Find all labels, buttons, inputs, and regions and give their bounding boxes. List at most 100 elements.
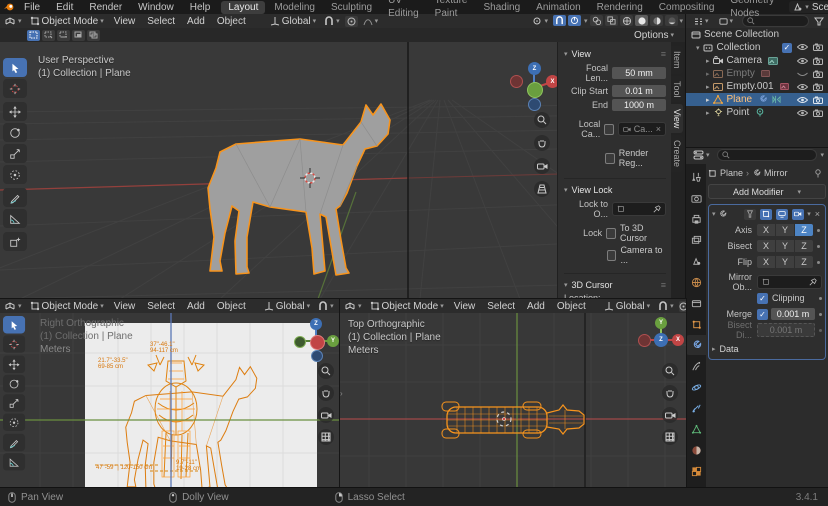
filter-funnel-icon[interactable] [814, 17, 824, 26]
light-data-icon[interactable] [754, 108, 765, 118]
image-data-icon[interactable] [760, 69, 771, 79]
workspace-tab-uv-editing[interactable]: UV Editing [381, 0, 426, 20]
mirror-object-field[interactable] [757, 275, 822, 289]
tab-particle-properties[interactable] [686, 356, 706, 376]
clip-end-field[interactable]: 1000 m [612, 99, 666, 111]
bisect-y-button[interactable]: Y [776, 240, 794, 252]
snap-target-selector[interactable]: ▾ [320, 16, 344, 26]
camera-background-image-icon[interactable] [767, 56, 778, 66]
clear-camera-icon[interactable]: × [656, 124, 661, 134]
properties-editor-type[interactable]: ▾ [689, 150, 714, 160]
outliner-display-mode[interactable]: ▾ [689, 17, 713, 26]
modifier-expand-caret[interactable]: ▾ [712, 210, 716, 218]
axis-y-button[interactable]: Y [776, 224, 794, 236]
add-modifier-button[interactable]: Add Modifier▾ [708, 184, 826, 199]
pan-view-button[interactable] [534, 135, 550, 151]
transform-tool[interactable] [3, 414, 25, 431]
gizmo-z-neg-axis[interactable] [311, 350, 323, 362]
deer-model-top-view[interactable] [442, 402, 584, 438]
tab-collection-properties[interactable] [686, 293, 706, 313]
add-menu[interactable]: Add [181, 301, 211, 312]
lock-to-object-field[interactable] [612, 202, 666, 216]
editor-type-button[interactable]: ▾ [0, 16, 26, 26]
annotate-tool[interactable] [3, 434, 25, 451]
object-menu[interactable]: Object [211, 301, 252, 312]
scale-tool[interactable] [3, 394, 25, 411]
cursor-tool[interactable] [3, 79, 27, 98]
clipping-checkbox[interactable]: ✓ [757, 293, 768, 304]
view-menu[interactable]: View [108, 301, 142, 312]
gizmo-x-neg-axis[interactable] [510, 75, 523, 88]
object-menu[interactable]: Object [551, 301, 592, 312]
workspace-tab-sculpting[interactable]: Sculpting [324, 1, 379, 14]
outliner-empty001-row[interactable]: ▸ Empty.001 [686, 80, 828, 93]
toolbar-collapsed-arrow[interactable]: › [340, 389, 343, 398]
menu-render[interactable]: Render [82, 2, 129, 13]
select-box-tool[interactable] [3, 316, 25, 333]
tab-texture-properties[interactable] [686, 461, 706, 481]
move-tool[interactable] [3, 102, 27, 121]
modifier-remove-icon[interactable]: × [813, 209, 822, 219]
tab-view[interactable]: View [671, 104, 683, 133]
gizmos-toggle-icon[interactable] [568, 15, 581, 26]
lock-3d-cursor-checkbox[interactable] [606, 228, 616, 239]
clip-start-field[interactable]: 0.01 m [612, 85, 666, 97]
transform-orientation-selector[interactable]: Global▾ [266, 16, 320, 27]
select-mode-extend-icon[interactable] [42, 30, 55, 41]
measure-tool[interactable] [3, 453, 25, 470]
image-data-icon[interactable] [779, 82, 790, 92]
xray-toggle-icon[interactable] [605, 15, 618, 26]
merge-threshold-field[interactable]: 0.001 m [771, 308, 815, 320]
main-3d-viewport[interactable]: ▾ Object Mode▾ View Select Add Object Gl… [0, 14, 686, 299]
bisect-x-button[interactable]: X [757, 240, 775, 252]
outliner-camera-row[interactable]: ▸ Camera [686, 54, 828, 67]
tab-output-properties[interactable] [686, 209, 706, 229]
tab-constraint-properties[interactable] [686, 398, 706, 418]
flip-z-button[interactable]: Z [795, 256, 813, 268]
deer-model-selected[interactable] [150, 60, 450, 290]
snap-toggle-icon[interactable] [553, 15, 566, 26]
disable-render-camera-icon[interactable] [813, 83, 823, 91]
transform-tool[interactable] [3, 165, 27, 184]
axis-z-button[interactable]: Z [795, 224, 813, 236]
tab-physics-properties[interactable] [686, 377, 706, 397]
gizmo-y-axis[interactable]: Y [655, 317, 667, 329]
bisect-z-button[interactable]: Z [795, 240, 813, 252]
workspace-tab-modeling[interactable]: Modeling [267, 1, 322, 14]
workspace-tab-layout[interactable]: Layout [221, 1, 265, 14]
axis-x-button[interactable]: X [757, 224, 775, 236]
gizmo-z-axis[interactable]: Z [528, 62, 541, 75]
tab-tool-properties[interactable] [686, 167, 706, 187]
options-dropdown[interactable]: Options▾ [630, 30, 678, 41]
object-menu[interactable]: Object [211, 16, 252, 27]
shading-rendered-icon[interactable] [665, 15, 678, 26]
modifier-wrench-icon[interactable] [757, 95, 768, 105]
pan-view-button[interactable] [662, 385, 678, 401]
merge-checkbox[interactable]: ✓ [757, 309, 768, 320]
local-camera-field[interactable]: Ca... × [618, 122, 666, 136]
collection-checkbox[interactable]: ✓ [782, 43, 792, 53]
mode-selector[interactable]: Object Mode▾ [26, 301, 108, 312]
editor-type-button[interactable]: ▾ [0, 301, 26, 311]
blender-logo-icon[interactable] [4, 2, 15, 12]
view-lock-panel-header[interactable]: ▾View Lock [564, 178, 666, 195]
perspective-toggle-button[interactable] [534, 181, 550, 197]
mode-selector[interactable]: Object Mode▾ [26, 16, 108, 27]
gizmo-y-neg-axis[interactable] [294, 336, 306, 348]
navigation-gizmo[interactable]: Z X [508, 58, 558, 110]
modifier-extras-caret[interactable]: ▾ [807, 210, 811, 218]
transform-orientation-selector[interactable]: Global▾ [600, 301, 654, 312]
select-mode-new-icon[interactable] [27, 30, 40, 41]
eyedropper-icon[interactable] [809, 278, 817, 286]
tab-tool[interactable]: Tool [671, 76, 683, 103]
focal-length-field[interactable]: 50 mm [612, 67, 666, 79]
transform-orientation-selector[interactable]: Global▾ [260, 301, 314, 312]
workspace-tab-compositing[interactable]: Compositing [652, 1, 722, 14]
outliner-collection-row[interactable]: ▾ Collection ✓ [686, 41, 828, 54]
zoom-view-button[interactable] [534, 112, 550, 128]
view-menu[interactable]: View [108, 16, 142, 27]
add-menu[interactable]: Add [521, 301, 551, 312]
tab-object-properties[interactable] [686, 314, 706, 334]
data-subpanel-header[interactable]: ▸Data [712, 344, 822, 354]
breadcrumb-object[interactable]: Plane [720, 168, 743, 178]
